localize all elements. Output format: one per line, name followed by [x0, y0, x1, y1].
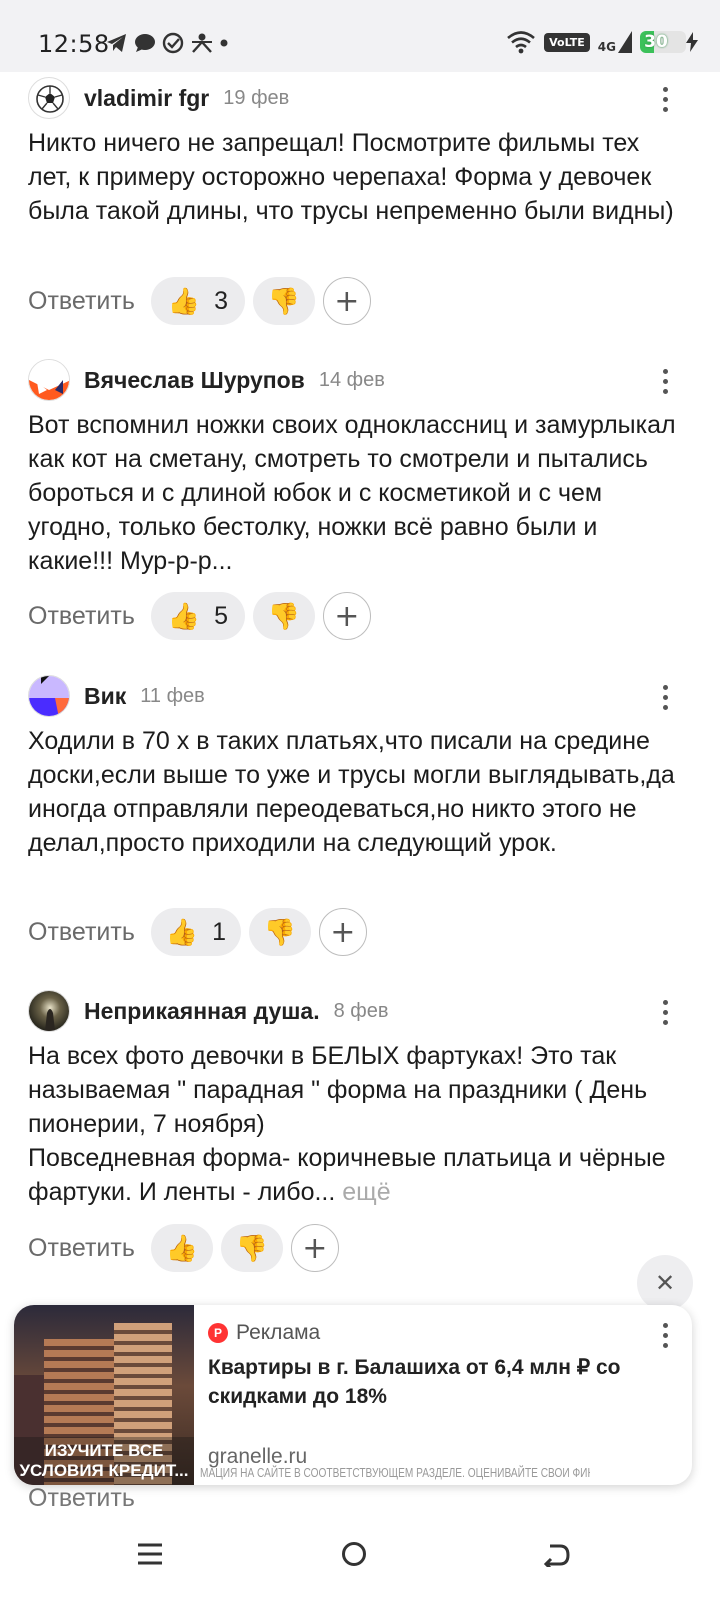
comment-author[interactable]: Вячеслав Шурупов: [84, 367, 305, 394]
comment-actions: Ответить 👍 3 👎 +: [28, 277, 371, 325]
reply-button[interactable]: Ответить: [28, 602, 135, 631]
more-options-icon[interactable]: [662, 1000, 668, 1025]
comment-date: 14 фев: [318, 368, 385, 391]
like-button[interactable]: 👍 1: [150, 908, 241, 956]
comment-text: На всех фото девочки в БЕЛЫХ фартуках! Э…: [28, 1039, 688, 1209]
wifi-icon: [507, 31, 535, 54]
notification-icons: [106, 32, 228, 54]
status-bar: 12:58 VoLTE 4G 30: [0, 0, 720, 72]
comment-header: Неприкаянная душа. 8 фев: [28, 990, 389, 1032]
add-reaction-button[interactable]: +: [322, 592, 371, 640]
dislike-button[interactable]: 👎: [220, 1224, 283, 1272]
check-circle-icon: [162, 32, 184, 54]
comment-actions: Ответить 👍 1 👎 +: [28, 908, 367, 956]
ad-caption-line-1: ИЗУЧИТЕ ВСЕ: [44, 1441, 164, 1460]
more-options-icon[interactable]: [662, 685, 668, 710]
thumbs-down-icon: 👎: [267, 286, 301, 316]
home-nav-button[interactable]: [326, 1528, 382, 1580]
thumbs-up-icon: 👍: [167, 601, 201, 631]
like-button[interactable]: 👍: [150, 1224, 213, 1272]
ad-caption-line-2: УСЛОВИЯ КРЕДИТ...: [19, 1461, 189, 1480]
avatar[interactable]: [28, 77, 70, 119]
abstract-avatar-icon: [29, 360, 69, 400]
ad-image-caption: ИЗУЧИТЕ ВСЕ УСЛОВИЯ КРЕДИТ...: [14, 1437, 194, 1485]
comment-actions: Ответить 👍 👎 +: [28, 1224, 339, 1272]
comment-header: vladimir fgr 19 фев: [28, 77, 289, 119]
add-reaction-button[interactable]: +: [318, 908, 367, 956]
read-more-link[interactable]: ещё: [342, 1178, 390, 1206]
avatar[interactable]: [28, 990, 70, 1032]
comment-date: 11 фев: [140, 684, 205, 707]
comment-date: 8 фев: [333, 999, 389, 1022]
soccer-ball-icon: [36, 85, 64, 113]
comment-text: Вот вспомнил ножки своих одноклассниц и …: [28, 411, 676, 575]
more-options-icon[interactable]: [662, 87, 668, 112]
comment-header: Вячеслав Шурупов 14 фев: [28, 359, 385, 401]
ad-image[interactable]: ИЗУЧИТЕ ВСЕ УСЛОВИЯ КРЕДИТ...: [14, 1305, 194, 1485]
menu-nav-button[interactable]: [122, 1528, 178, 1580]
comment-date: 19 фев: [223, 86, 290, 109]
menu-icon: [138, 1543, 162, 1565]
telegram-icon: [107, 34, 126, 52]
dislike-button[interactable]: 👎: [248, 908, 311, 956]
cell-signal-icon: 4G: [598, 31, 632, 53]
dot-icon: [220, 39, 228, 47]
back-icon: [543, 1544, 570, 1567]
thumbs-up-icon: 👍: [165, 917, 199, 947]
thumbs-down-icon: 👎: [235, 1233, 269, 1263]
navigation-bar: [0, 1508, 720, 1600]
charging-bolt-icon: [686, 32, 698, 52]
comment-text: Ходили в 70 х в таких платьях,что писали…: [28, 727, 675, 857]
ad-disclaimer: МАЦИЯ НА САЙТЕ В СООТВЕТСТВУЮЩЕМ РАЗДЕЛЕ…: [200, 1465, 590, 1480]
thumbs-up-icon: 👍: [165, 1233, 199, 1263]
thumbs-down-icon: 👎: [263, 917, 297, 947]
add-reaction-button[interactable]: +: [322, 277, 371, 325]
comment-author[interactable]: vladimir fgr: [84, 85, 209, 112]
thumbs-down-icon: 👎: [267, 601, 301, 631]
status-time: 12:58: [38, 30, 110, 58]
dislike-button[interactable]: 👎: [252, 592, 315, 640]
ad-close-button[interactable]: ✕: [637, 1255, 693, 1311]
hidden-reply-button: Ответить: [28, 1484, 135, 1508]
dislike-button[interactable]: 👎: [252, 277, 315, 325]
ad-banner[interactable]: ИЗУЧИТЕ ВСЕ УСЛОВИЯ КРЕДИТ... P Реклама …: [14, 1305, 692, 1485]
reply-button[interactable]: Ответить: [28, 918, 135, 947]
network-type: 4G: [597, 40, 616, 54]
like-button[interactable]: 👍 3: [150, 277, 245, 325]
like-count: 3: [214, 286, 229, 315]
comment-author[interactable]: Неприкаянная душа.: [84, 998, 320, 1025]
volte-badge: VoLTE: [544, 32, 590, 52]
avatar[interactable]: [28, 675, 70, 717]
like-count: 5: [214, 601, 229, 630]
comment-actions: Ответить 👍 5 👎 +: [28, 592, 371, 640]
back-nav-button[interactable]: [528, 1528, 584, 1580]
more-options-icon[interactable]: [662, 369, 668, 394]
comment-author[interactable]: Вик: [84, 683, 126, 710]
battery-indicator: 30: [640, 31, 698, 53]
home-circle-icon: [342, 1542, 366, 1566]
avatar[interactable]: [28, 359, 70, 401]
no-signal-person-icon: [192, 33, 212, 53]
battery-percent: 30: [644, 32, 668, 52]
ad-label-text: Реклама: [236, 1321, 321, 1344]
photo-avatar-icon: [29, 991, 69, 1031]
thumbs-up-icon: 👍: [167, 286, 201, 316]
chat-icon: [135, 34, 155, 52]
like-button[interactable]: 👍 5: [150, 592, 245, 640]
abstract-avatar-icon: [29, 676, 69, 716]
comment-text: Никто ничего не запрещал! Посмотрите фил…: [28, 129, 674, 225]
ad-title[interactable]: Квартиры в г. Балашиха от 6,4 млн ₽ со с…: [208, 1353, 628, 1411]
system-icons: VoLTE 4G 30: [506, 30, 698, 54]
like-count: 1: [212, 917, 227, 946]
comment-header: Вик 11 фев: [28, 675, 205, 717]
reply-button[interactable]: Ответить: [28, 287, 135, 316]
add-reaction-button[interactable]: +: [290, 1224, 339, 1272]
ad-label: P Реклама: [208, 1321, 320, 1345]
reply-button[interactable]: Ответить: [28, 1234, 135, 1263]
ad-more-options-icon[interactable]: [663, 1323, 668, 1348]
ad-logo-icon: P: [208, 1323, 228, 1343]
